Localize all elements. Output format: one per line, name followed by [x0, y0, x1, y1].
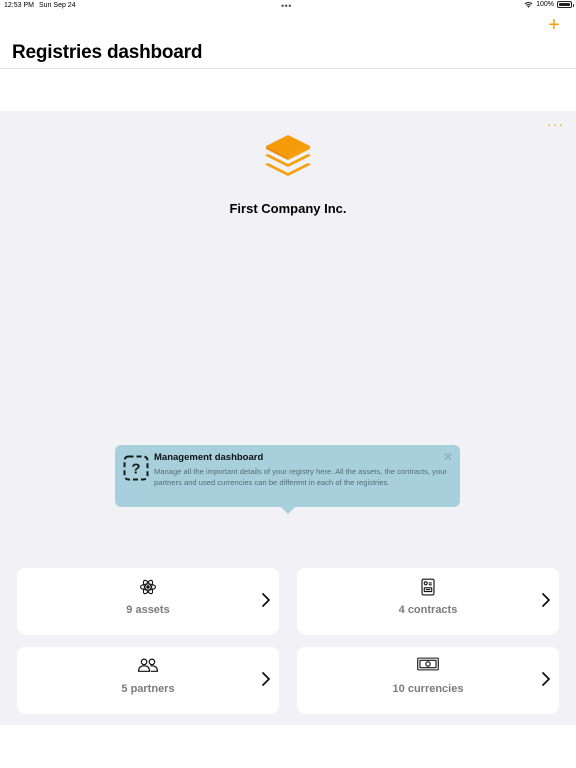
status-right: 100% [524, 1, 574, 8]
contract-icon [297, 578, 559, 596]
help-icon: ? [123, 455, 149, 486]
contracts-card[interactable]: 4 contracts [297, 568, 559, 635]
more-options-button[interactable]: ··· [547, 117, 564, 131]
partners-count: 5 partners [121, 683, 175, 695]
nav-divider [0, 68, 576, 69]
contracts-count: 4 contracts [398, 604, 458, 616]
people-icon [17, 657, 279, 673]
banknote-icon [297, 657, 559, 671]
layers-logo-icon [263, 133, 313, 190]
multitasking-dots-icon[interactable]: ••• [281, 1, 292, 11]
currencies-card[interactable]: 10 currencies [297, 647, 559, 714]
battery-icon [557, 1, 574, 8]
tooltip-body: Manage all the important details of your… [154, 467, 447, 487]
chevron-right-icon [541, 592, 551, 613]
assets-count: 9 assets [126, 604, 170, 616]
company-name: First Company Inc. [229, 201, 347, 216]
atom-icon [17, 578, 279, 596]
dashboard-content: ··· First Company Inc. ? Management dash… [0, 111, 576, 725]
svg-text:?: ? [131, 461, 140, 478]
partners-card[interactable]: 5 partners [17, 647, 279, 714]
management-tooltip: ? Management dashboard Manage all the im… [115, 445, 460, 514]
chevron-right-icon [541, 671, 551, 692]
tooltip-title: Management dashboard [154, 452, 264, 463]
battery-percent: 100% [536, 1, 554, 8]
assets-card[interactable]: 9 assets [17, 568, 279, 635]
status-date: Sun Sep 24 [39, 2, 76, 9]
chevron-right-icon [261, 592, 271, 613]
wifi-icon [524, 1, 533, 8]
chevron-right-icon [261, 671, 271, 692]
page-title: Registries dashboard [12, 42, 203, 63]
close-icon[interactable]: ✕ [443, 451, 453, 463]
add-button[interactable]: + [544, 14, 564, 36]
status-time: 12:53 PM [4, 2, 34, 9]
currencies-count: 10 currencies [392, 683, 464, 695]
status-bar: 12:53 PM Sun Sep 24 ••• 100% [0, 0, 576, 14]
